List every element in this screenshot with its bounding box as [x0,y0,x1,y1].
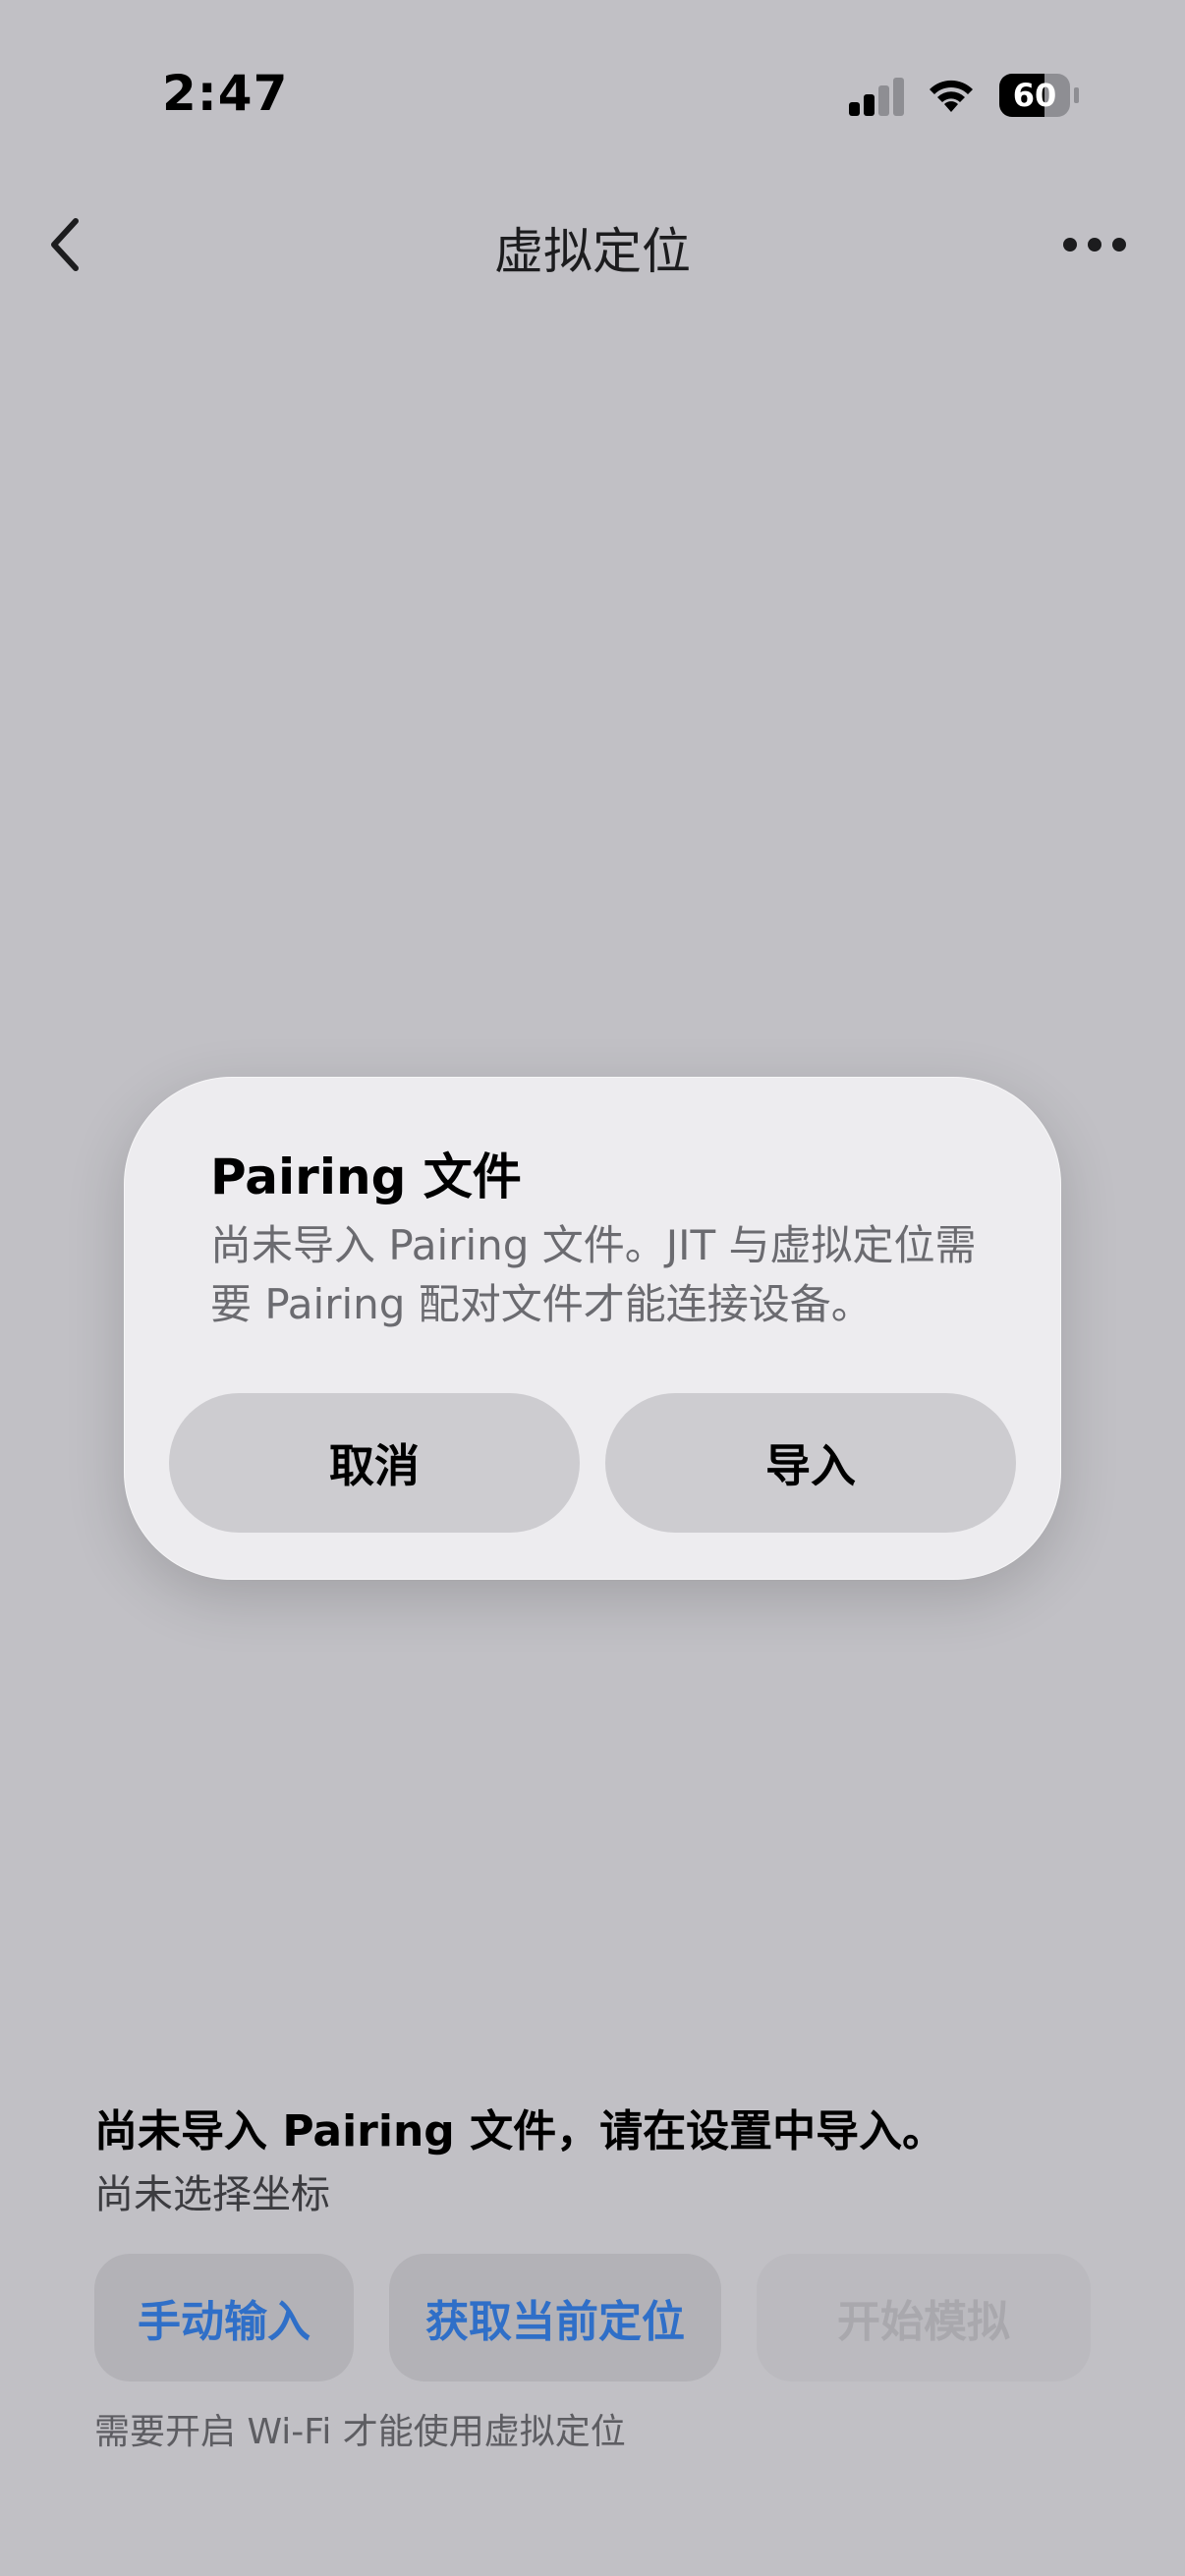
more-button[interactable] [1055,220,1134,269]
dialog-title: Pairing 文件 [210,1148,522,1205]
status-time: 2:47 [162,65,289,122]
coordinate-status-text: 尚未选择坐标 [94,2172,330,2217]
cellular-signal-icon [849,78,904,116]
location-status-area: 尚未导入 Pairing 文件，请在设置中导入。 尚未选择坐标 [94,2102,1097,2222]
nav-bar: 虚拟定位 [0,187,1185,295]
cancel-button[interactable]: 取消 [169,1393,580,1533]
get-current-location-button[interactable]: 获取当前定位 [389,2254,721,2381]
import-button[interactable]: 导入 [605,1393,1016,1533]
pairing-alert-dialog: Pairing 文件 尚未导入 Pairing 文件。JIT 与虚拟定位需要 P… [124,1077,1061,1580]
status-bar: 2:47 60 [0,0,1185,187]
battery-level: 60 [1012,77,1057,114]
dialog-message: 尚未导入 Pairing 文件。JIT 与虚拟定位需要 Pairing 配对文件… [210,1221,977,1328]
manual-input-button[interactable]: 手动输入 [94,2254,354,2381]
start-simulation-button[interactable]: 开始模拟 [757,2254,1091,2381]
pairing-status-text: 尚未导入 Pairing 文件，请在设置中导入。 [94,2106,946,2156]
wifi-icon [930,80,973,112]
more-icon [1063,238,1126,252]
wifi-requirement-note: 需要开启 Wi-Fi 才能使用虚拟定位 [94,2412,626,2452]
page-title: 虚拟定位 [494,223,691,280]
